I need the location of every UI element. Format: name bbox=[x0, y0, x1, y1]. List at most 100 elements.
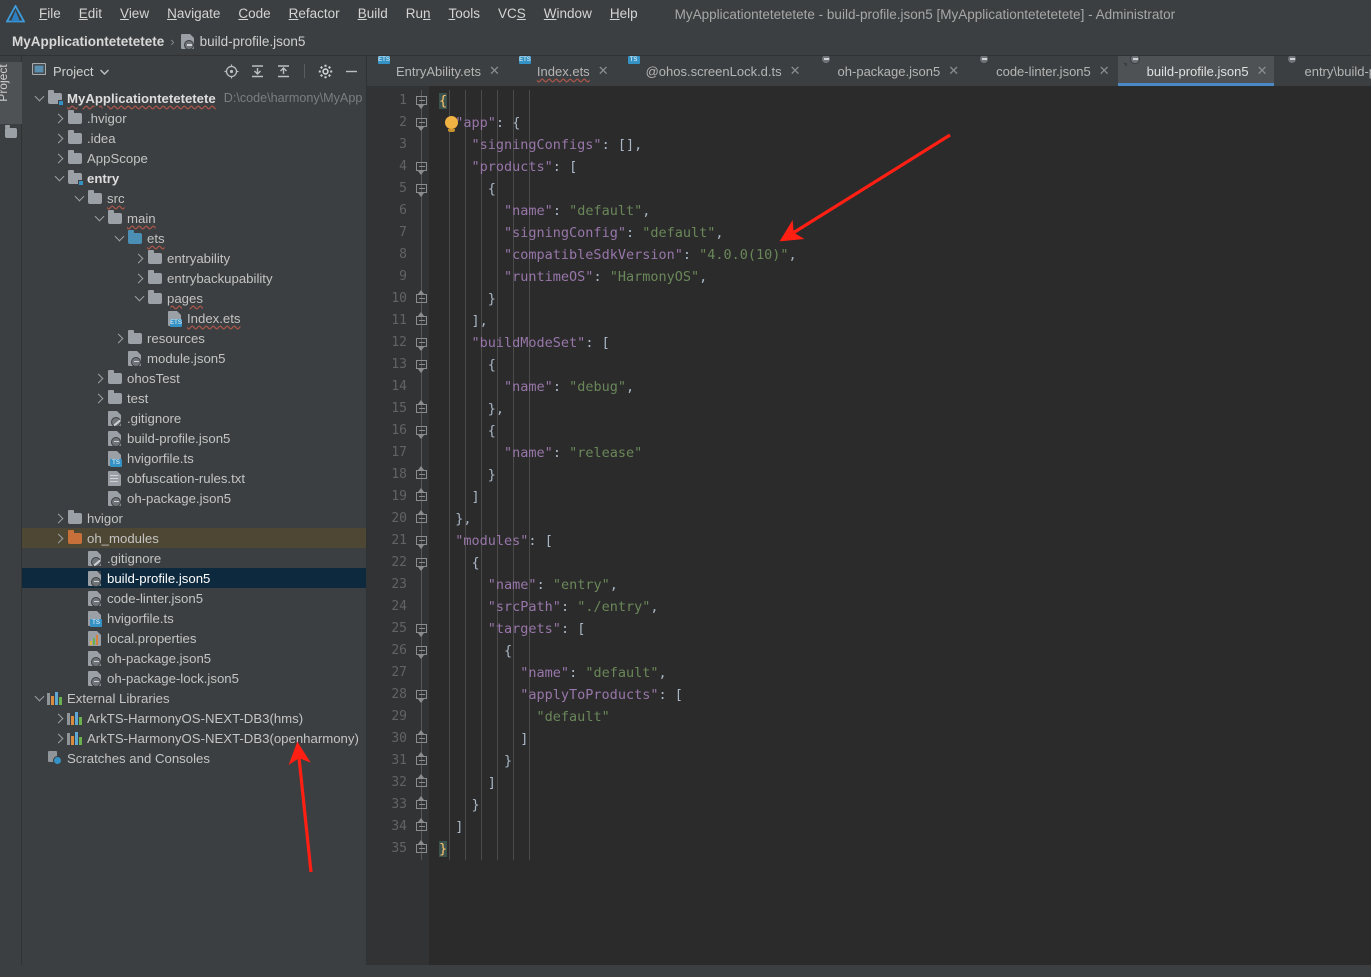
chevron-down-icon[interactable] bbox=[32, 88, 46, 108]
settings-gear-icon[interactable] bbox=[317, 63, 334, 80]
menu-help[interactable]: Help bbox=[601, 3, 647, 25]
chevron-right-icon[interactable] bbox=[52, 708, 66, 728]
close-icon[interactable]: ✕ bbox=[1257, 63, 1268, 79]
tree-node-resources[interactable]: resources bbox=[22, 328, 366, 348]
code-line[interactable]: }, bbox=[429, 508, 1371, 530]
chevron-right-icon[interactable] bbox=[92, 368, 106, 388]
code-line[interactable]: } bbox=[429, 838, 1371, 860]
code-folding-gutter[interactable] bbox=[415, 86, 429, 977]
fold-end-icon[interactable] bbox=[416, 730, 427, 745]
tree-node-build-profile-json5[interactable]: build-profile.json5 bbox=[22, 428, 366, 448]
menu-build[interactable]: Build bbox=[349, 3, 397, 25]
tree-node--idea[interactable]: .idea bbox=[22, 128, 366, 148]
code-line[interactable]: "app": { bbox=[429, 112, 1371, 134]
tree-node-entry[interactable]: entry bbox=[22, 168, 366, 188]
tree-node-main[interactable]: main bbox=[22, 208, 366, 228]
code-line[interactable]: "name": "default", bbox=[429, 662, 1371, 684]
tree-node-code-linter-json5[interactable]: code-linter.json5 bbox=[22, 588, 366, 608]
code-line[interactable]: "signingConfigs": [], bbox=[429, 134, 1371, 156]
tree-node--hvigor[interactable]: .hvigor bbox=[22, 108, 366, 128]
tree-node-myapplicationtetetetete[interactable]: MyApplicationtetetetete D:\code\harmony\M… bbox=[22, 88, 366, 108]
select-opened-file-icon[interactable] bbox=[223, 63, 240, 80]
fold-expanded-icon[interactable] bbox=[416, 162, 427, 175]
code-line[interactable]: { bbox=[429, 178, 1371, 200]
code-line[interactable]: "runtimeOS": "HarmonyOS", bbox=[429, 266, 1371, 288]
fold-end-icon[interactable] bbox=[416, 818, 427, 833]
editor-tab-code-linter-json5[interactable]: code-linter.json5 ✕ bbox=[967, 56, 1118, 86]
code-line[interactable]: "targets": [ bbox=[429, 618, 1371, 640]
chevron-down-icon[interactable] bbox=[52, 168, 66, 188]
code-line[interactable]: ] bbox=[429, 772, 1371, 794]
fold-end-icon[interactable] bbox=[416, 510, 427, 525]
editor-scrollbar[interactable] bbox=[1359, 86, 1371, 977]
close-icon[interactable]: ✕ bbox=[489, 63, 500, 79]
code-line[interactable]: "compatibleSdkVersion": "4.0.0(10)", bbox=[429, 244, 1371, 266]
chevron-right-icon[interactable] bbox=[52, 508, 66, 528]
tree-node-hvigor[interactable]: hvigor bbox=[22, 508, 366, 528]
tree-node-obfuscation-rules-txt[interactable]: obfuscation-rules.txt bbox=[22, 468, 366, 488]
code-line[interactable]: } bbox=[429, 750, 1371, 772]
chevron-right-icon[interactable] bbox=[132, 248, 146, 268]
tree-node-scratches-and-consoles[interactable]: Scratches and Consoles bbox=[22, 748, 366, 768]
code-content[interactable]: { "app": { "signingConfigs": [], "produc… bbox=[429, 86, 1371, 977]
fold-end-icon[interactable] bbox=[416, 774, 427, 789]
chevron-right-icon[interactable] bbox=[52, 148, 66, 168]
fold-expanded-icon[interactable] bbox=[416, 536, 427, 549]
editor-tab-oh-package-json5[interactable]: oh-package.json5 ✕ bbox=[809, 56, 968, 86]
fold-expanded-icon[interactable] bbox=[416, 184, 427, 197]
editor-tab-index-ets[interactable]: ETS Index.ets ✕ bbox=[508, 56, 617, 86]
code-line[interactable]: ], bbox=[429, 310, 1371, 332]
tree-node-arkts-harmonyos-next-db3-openharmony-[interactable]: ArkTS-HarmonyOS-NEXT-DB3(openharmony) bbox=[22, 728, 366, 748]
tree-node-pages[interactable]: pages bbox=[22, 288, 366, 308]
tool-window-button-project[interactable]: Project bbox=[0, 62, 22, 124]
intention-bulb-icon[interactable] bbox=[445, 116, 458, 132]
code-line[interactable]: } bbox=[429, 464, 1371, 486]
chevron-right-icon[interactable] bbox=[112, 328, 126, 348]
tree-node-build-profile-json5[interactable]: build-profile.json5 bbox=[22, 568, 366, 588]
close-icon[interactable]: ✕ bbox=[598, 63, 609, 79]
code-editor[interactable]: 1 2 3 4 5 6 7 8 9 10 11 12 13 14 15 16 17 18 19 20 21 22 23 24 2… bbox=[367, 86, 1371, 977]
code-line[interactable]: "name": "default", bbox=[429, 200, 1371, 222]
code-line[interactable]: { bbox=[429, 640, 1371, 662]
chevron-down-icon[interactable] bbox=[32, 688, 46, 708]
menu-window[interactable]: Window bbox=[535, 3, 601, 25]
code-line[interactable]: "name": "entry", bbox=[429, 574, 1371, 596]
code-line[interactable]: "name": "debug", bbox=[429, 376, 1371, 398]
editor-tab-bar[interactable]: ETS EntryAbility.ets ✕ ETS Index.ets ✕ TS @ohos… bbox=[367, 56, 1371, 86]
code-line[interactable]: } bbox=[429, 288, 1371, 310]
tree-node-entryability[interactable]: entryability bbox=[22, 248, 366, 268]
menu-tools[interactable]: Tools bbox=[440, 3, 490, 25]
tree-node-arkts-harmonyos-next-db3-hms-[interactable]: ArkTS-HarmonyOS-NEXT-DB3(hms) bbox=[22, 708, 366, 728]
code-line[interactable]: "applyToProducts": [ bbox=[429, 684, 1371, 706]
code-line[interactable]: ] bbox=[429, 728, 1371, 750]
menu-refactor[interactable]: Refactor bbox=[280, 3, 349, 25]
editor-tab-build-profile-json5[interactable]: build-profile.json5 ✕ bbox=[1117, 56, 1276, 86]
tree-node-local-properties[interactable]: local.properties bbox=[22, 628, 366, 648]
chevron-down-icon[interactable] bbox=[92, 208, 106, 228]
code-line[interactable]: { bbox=[429, 552, 1371, 574]
editor-tab-entry-build-prof[interactable]: entry\build-prof bbox=[1275, 56, 1371, 86]
editor-tab-entryability-ets[interactable]: ETS EntryAbility.ets ✕ bbox=[367, 56, 508, 86]
fold-expanded-icon[interactable] bbox=[416, 360, 427, 373]
chevron-right-icon[interactable] bbox=[52, 528, 66, 548]
chevron-down-icon[interactable] bbox=[72, 188, 86, 208]
project-panel-title[interactable]: Project bbox=[53, 64, 93, 79]
code-line[interactable]: }, bbox=[429, 398, 1371, 420]
fold-expanded-icon[interactable] bbox=[416, 338, 427, 351]
code-line[interactable]: ] bbox=[429, 816, 1371, 838]
breadcrumb-file[interactable]: build-profile.json5 bbox=[200, 34, 306, 49]
collapse-all-icon[interactable] bbox=[275, 63, 292, 80]
tree-node-appscope[interactable]: AppScope bbox=[22, 148, 366, 168]
code-line[interactable]: ] bbox=[429, 486, 1371, 508]
fold-end-icon[interactable] bbox=[416, 796, 427, 811]
chevron-down-icon[interactable] bbox=[112, 228, 126, 248]
code-line[interactable]: { bbox=[429, 354, 1371, 376]
folder-icon[interactable] bbox=[5, 125, 17, 138]
close-icon[interactable]: ✕ bbox=[1099, 63, 1110, 79]
fold-expanded-icon[interactable] bbox=[416, 118, 427, 131]
project-tree[interactable]: MyApplicationtetetetete D:\code\harmony\M… bbox=[22, 86, 366, 977]
code-line[interactable]: "buildModeSet": [ bbox=[429, 332, 1371, 354]
chevron-right-icon[interactable] bbox=[132, 268, 146, 288]
chevron-right-icon[interactable] bbox=[52, 128, 66, 148]
tree-node-oh-modules[interactable]: oh_modules bbox=[22, 528, 366, 548]
